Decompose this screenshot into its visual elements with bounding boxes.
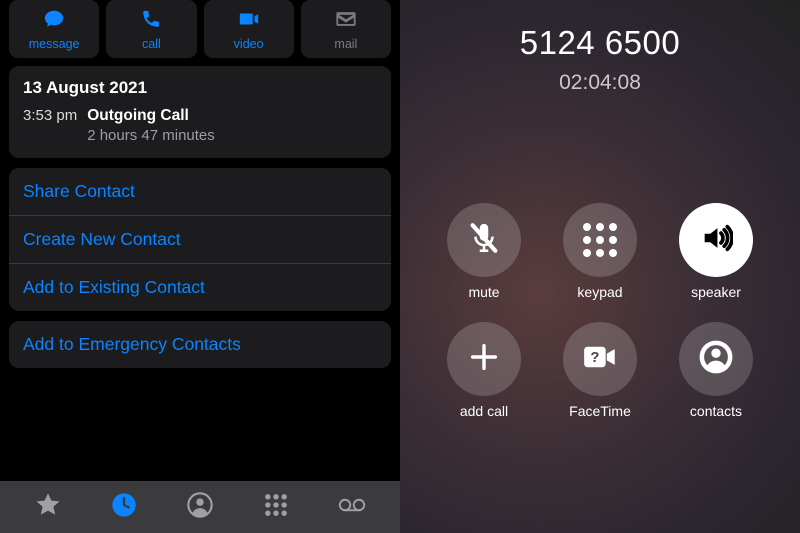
contact-action-row: message call video mail [0, 0, 400, 66]
recent-call-date: 13 August 2021 [23, 78, 377, 98]
contacts-label: contacts [690, 403, 742, 419]
person-circle-icon [186, 491, 214, 524]
emergency-group: Add to Emergency Contacts [9, 321, 391, 368]
contact-options-group: Share Contact Create New Contact Add to … [9, 168, 391, 311]
speaker-label: speaker [691, 284, 741, 300]
clock-icon [110, 491, 138, 524]
speaker-button[interactable]: speaker [679, 203, 753, 300]
contact-info-pane: message call video mail 13 August 2021 3… [0, 0, 400, 533]
phone-tabbar [0, 481, 400, 533]
plus-icon [467, 340, 501, 379]
call-elapsed-time: 02:04:08 [559, 71, 641, 95]
tab-contacts[interactable] [175, 491, 225, 524]
tab-favorites[interactable] [23, 491, 73, 524]
call-label: call [142, 37, 161, 51]
facetime-icon: ? [583, 340, 617, 379]
mute-icon [467, 221, 501, 260]
share-contact-option[interactable]: Share Contact [9, 168, 391, 215]
active-call-number: 5124 6500 [520, 24, 681, 62]
video-label: video [234, 37, 264, 51]
facetime-button[interactable]: ? FaceTime [563, 322, 637, 419]
video-button[interactable]: video [204, 0, 294, 58]
keypad-icon [583, 223, 617, 257]
phone-icon [140, 8, 162, 35]
add-call-label: add call [460, 403, 508, 419]
mail-icon [335, 8, 357, 35]
video-icon [238, 8, 260, 35]
create-new-contact-option[interactable]: Create New Contact [9, 215, 391, 263]
message-icon [43, 8, 65, 35]
voicemail-icon [338, 491, 366, 524]
star-icon [34, 491, 62, 524]
contacts-icon [699, 340, 733, 379]
recent-call-type: Outgoing Call [87, 107, 215, 125]
keypad-label: keypad [577, 284, 622, 300]
facetime-label: FaceTime [569, 403, 631, 419]
mute-label: mute [468, 284, 499, 300]
recent-call-duration: 2 hours 47 minutes [87, 127, 215, 144]
add-call-button[interactable]: add call [447, 322, 521, 419]
speaker-icon [699, 221, 733, 260]
recent-call-card: 13 August 2021 3:53 pm Outgoing Call 2 h… [9, 66, 391, 158]
recent-call-time: 3:53 pm [23, 107, 77, 124]
tab-voicemail[interactable] [327, 491, 377, 524]
in-call-controls-grid: mute keypad speaker add call ? Fa [447, 203, 753, 419]
message-label: message [29, 37, 80, 51]
mute-button[interactable]: mute [447, 203, 521, 300]
tab-recents[interactable] [99, 491, 149, 524]
add-to-existing-contact-option[interactable]: Add to Existing Contact [9, 263, 391, 311]
call-button[interactable]: call [106, 0, 196, 58]
active-call-pane: 5124 6500 02:04:08 mute keypad speaker [400, 0, 800, 533]
contacts-button[interactable]: contacts [679, 322, 753, 419]
mail-button: mail [301, 0, 391, 58]
keypad-button[interactable]: keypad [563, 203, 637, 300]
svg-text:?: ? [590, 350, 599, 366]
mail-label: mail [334, 37, 357, 51]
add-to-emergency-contacts-option[interactable]: Add to Emergency Contacts [9, 321, 391, 368]
message-button[interactable]: message [9, 0, 99, 58]
keypad-grid-icon [262, 491, 290, 524]
tab-keypad[interactable] [251, 491, 301, 524]
